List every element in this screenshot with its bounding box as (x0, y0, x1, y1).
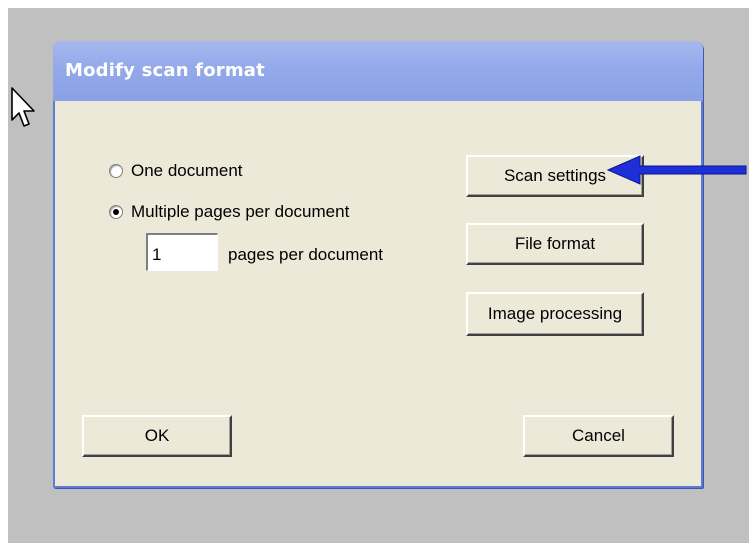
arrow-left-icon (606, 155, 747, 185)
ok-button[interactable]: OK (82, 415, 232, 457)
radio-button[interactable] (109, 164, 123, 178)
radio-label: One document (131, 161, 243, 180)
radio-option-multiple-pages[interactable]: Multiple pages per document (109, 202, 349, 222)
radio-option-one-document[interactable]: One document (109, 161, 243, 181)
pages-per-document-input[interactable] (146, 233, 218, 271)
modify-scan-format-dialog: Modify scan format One document Multiple… (53, 41, 703, 488)
cancel-button[interactable]: Cancel (523, 415, 674, 457)
dialog-title: Modify scan format (65, 60, 265, 81)
dialog-titlebar[interactable]: Modify scan format (53, 41, 703, 101)
image-processing-button[interactable]: Image processing (466, 292, 644, 336)
file-format-button[interactable]: File format (466, 223, 644, 265)
mouse-pointer-icon (11, 87, 35, 127)
radio-label: Multiple pages per document (131, 202, 350, 221)
pages-per-document-label: pages per document (228, 245, 383, 264)
radio-button-selected[interactable] (109, 205, 123, 219)
